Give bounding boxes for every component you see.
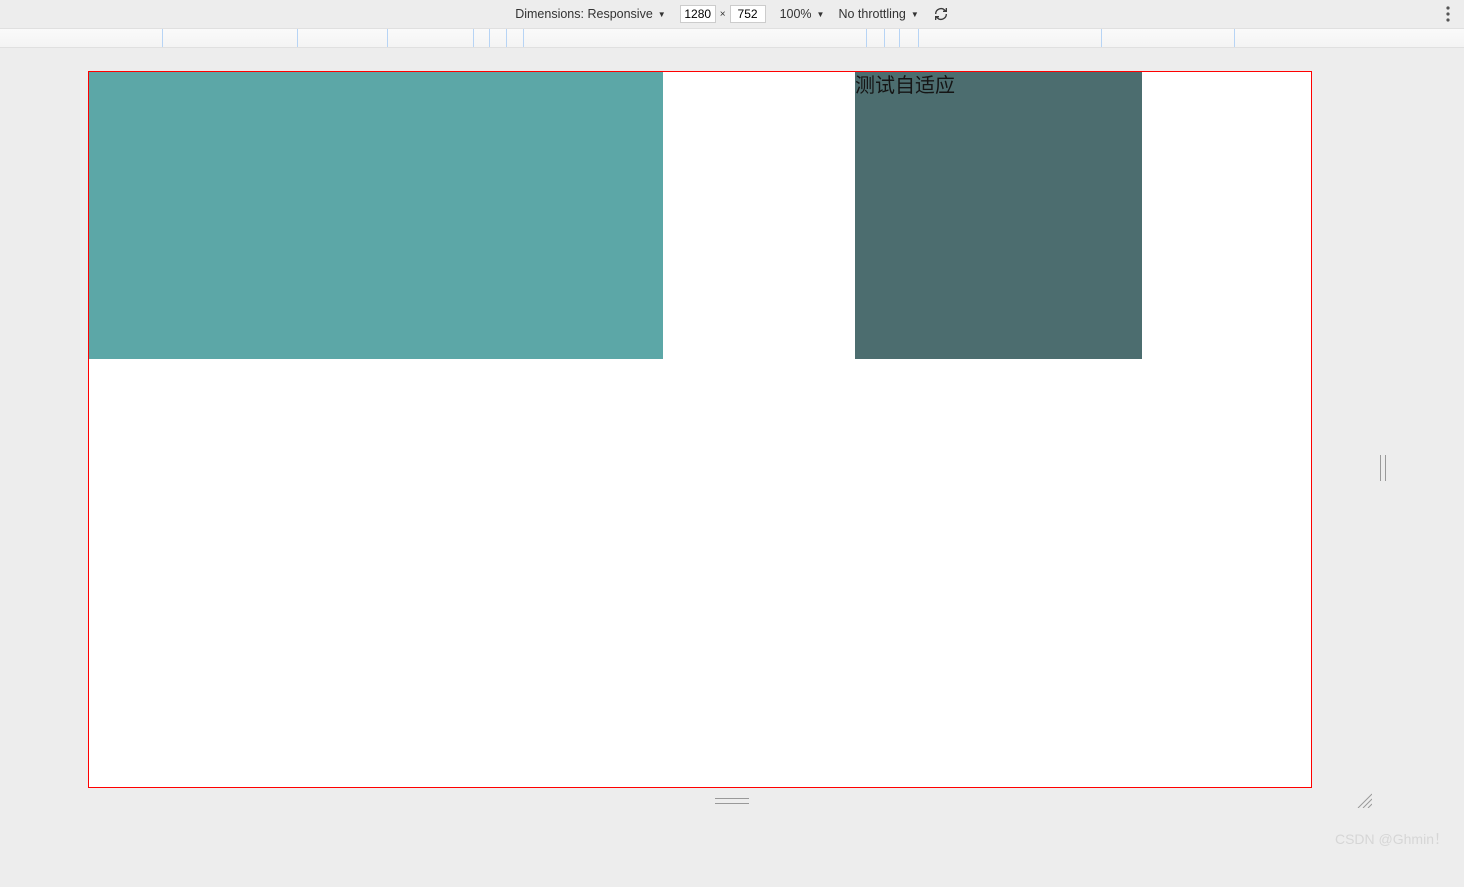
dimensions-mode-dropdown[interactable]: Responsive: [587, 7, 665, 21]
watermark: CSDN @Ghmin！: [1335, 829, 1448, 849]
dimensions-label: Dimensions:: [515, 7, 584, 21]
ruler-tick[interactable]: [297, 29, 298, 47]
ruler-tick[interactable]: [899, 29, 900, 47]
rotate-icon[interactable]: [933, 6, 949, 22]
dark-box-text: 测试自适应: [855, 75, 955, 97]
dark-box: 测试自适应: [855, 72, 1142, 359]
throttling-dropdown[interactable]: No throttling: [838, 7, 918, 21]
dimension-inputs: ×: [680, 5, 766, 23]
dimension-separator: ×: [720, 9, 726, 20]
ruler-tick[interactable]: [918, 29, 919, 47]
breakpoint-ruler: [0, 28, 1464, 48]
ruler-tick[interactable]: [1101, 29, 1102, 47]
device-viewport-area: 测试自适应: [0, 48, 1464, 887]
resize-handle-bottom[interactable]: [715, 798, 749, 804]
ruler-tick[interactable]: [866, 29, 867, 47]
ruler-tick[interactable]: [162, 29, 163, 47]
zoom-dropdown[interactable]: 100%: [780, 7, 825, 21]
ruler-tick[interactable]: [387, 29, 388, 47]
responsive-viewport: 测试自适应: [88, 71, 1312, 788]
ruler-tick[interactable]: [489, 29, 490, 47]
ruler-tick[interactable]: [506, 29, 507, 47]
width-input[interactable]: [680, 5, 716, 23]
device-toolbar: Dimensions: Responsive × 100% No throttl…: [0, 0, 1464, 28]
teal-box: [89, 72, 663, 359]
ruler-tick[interactable]: [1234, 29, 1235, 47]
resize-handle-right[interactable]: [1380, 455, 1386, 481]
resize-handle-corner[interactable]: [1356, 792, 1372, 808]
ruler-tick[interactable]: [884, 29, 885, 47]
ruler-tick[interactable]: [523, 29, 524, 47]
height-input[interactable]: [730, 5, 766, 23]
ruler-tick[interactable]: [473, 29, 474, 47]
more-options-icon[interactable]: [1442, 2, 1454, 26]
